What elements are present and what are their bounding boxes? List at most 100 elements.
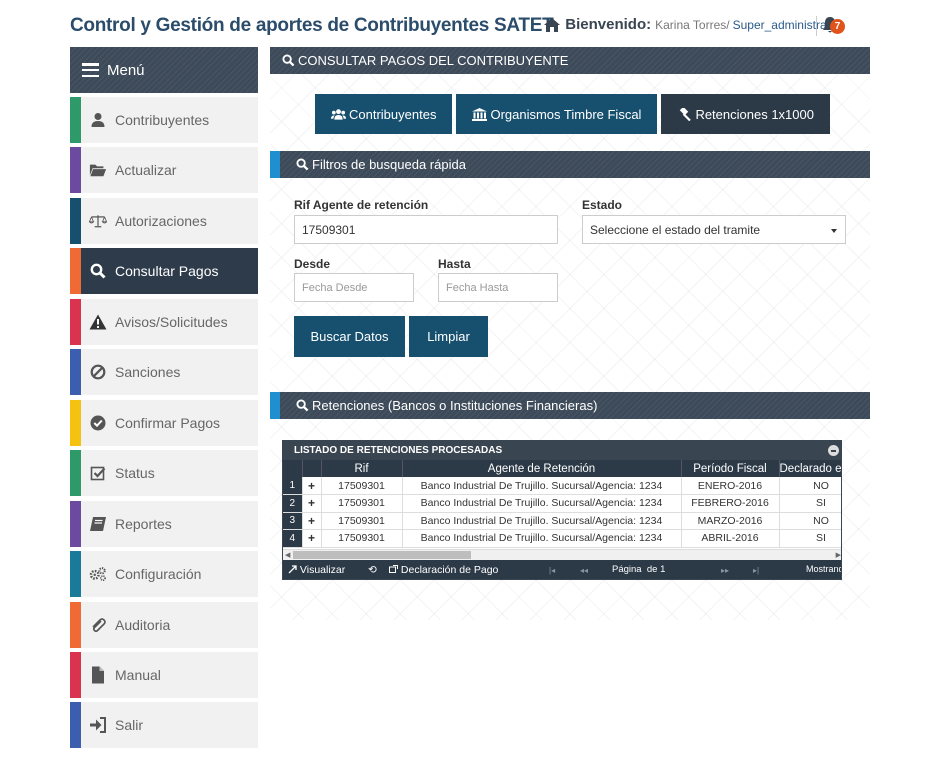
declaracion-label: Declaración de Pago bbox=[400, 564, 499, 576]
page-title: CONSULTAR PAGOS DEL CONTRIBUYENTE bbox=[298, 53, 569, 68]
filters-title: Filtros de busqueda rápida bbox=[312, 157, 466, 172]
expand-header bbox=[302, 460, 322, 477]
rif-input[interactable]: 17509301 bbox=[294, 215, 558, 244]
sidebar-item-label: Auditoria bbox=[115, 617, 171, 633]
table-row[interactable]: 4 +17509301 Banco Industrial De Trujillo. … bbox=[283, 529, 841, 548]
visualizar-button[interactable]: Visualizar bbox=[288, 564, 345, 576]
search-icon bbox=[296, 399, 309, 412]
hasta-date-input[interactable]: Fecha Hasta bbox=[438, 273, 558, 302]
sidebar-item-reportes[interactable]: Reportes bbox=[70, 501, 258, 547]
sidebar-item-label: Salir bbox=[115, 717, 144, 733]
notification-badge: 7 bbox=[830, 19, 845, 34]
menu-toggle[interactable]: Menú bbox=[70, 47, 258, 93]
main-panel: CONSULTAR PAGOS DEL CONTRIBUYENTE Contri… bbox=[270, 47, 870, 620]
cell-rif: 17509301 bbox=[321, 512, 403, 530]
cell-rif: 17509301 bbox=[321, 529, 403, 548]
sidebar-item-avisos-solicitudes[interactable]: Avisos/Solicitudes bbox=[70, 299, 258, 345]
desde-label: Desde bbox=[294, 257, 331, 271]
tab-contribuyentes[interactable]: Contribuyentes bbox=[315, 94, 453, 134]
sidebar-item-autorizaciones[interactable]: Autorizaciones bbox=[70, 198, 258, 244]
rif-label: Rif Agente de retención bbox=[294, 198, 429, 212]
check-square-icon bbox=[89, 464, 107, 482]
welcome-area: Bienvenido: Karina Torres/ Super_adminis… bbox=[543, 16, 844, 33]
expand-row-icon[interactable]: + bbox=[302, 512, 322, 530]
cell-declarado: NO bbox=[779, 512, 841, 530]
filters-section-header: Filtros de busqueda rápida bbox=[270, 151, 870, 178]
sign-in-icon bbox=[89, 716, 107, 734]
cell-declarado: SI bbox=[779, 494, 841, 513]
tab-retenciones[interactable]: Retenciones 1x1000 bbox=[661, 94, 830, 134]
cell-agente: Banco Industrial De Trujillo. Sucursal/A… bbox=[402, 494, 682, 513]
col-header-agente[interactable]: Agente de Retención bbox=[402, 460, 682, 477]
sidebar-item-configuracion[interactable]: Configuración bbox=[70, 551, 258, 597]
col-header-periodo[interactable]: Período Fiscal bbox=[681, 460, 780, 477]
welcome-label: Bienvenido: bbox=[565, 16, 652, 33]
sidebar-item-salir[interactable]: Salir bbox=[70, 702, 258, 748]
sidebar-item-confirmar-pagos[interactable]: Confirmar Pagos bbox=[70, 400, 258, 446]
sidebar-item-actualizar[interactable]: Actualizar bbox=[70, 147, 258, 193]
tab-organismos-label: Organismos Timbre Fiscal bbox=[490, 106, 642, 122]
sidebar-item-sanciones[interactable]: Sanciones bbox=[70, 349, 258, 395]
sidebar-item-status[interactable]: Status bbox=[70, 450, 258, 496]
cell-periodo: ABRIL-2016 bbox=[681, 529, 780, 548]
tab-retenciones-label: Retenciones 1x1000 bbox=[695, 106, 814, 122]
collapse-icon[interactable] bbox=[828, 445, 839, 456]
tab-organismos[interactable]: Organismos Timbre Fiscal bbox=[456, 94, 658, 134]
header-divider bbox=[816, 16, 817, 36]
table-row[interactable]: 1 +17509301 Banco Industrial De Trujillo. … bbox=[283, 477, 841, 495]
estado-select[interactable]: Seleccione el estado del tramite bbox=[582, 215, 846, 244]
menu-label: Menú bbox=[107, 61, 145, 79]
table-row[interactable]: 2 +17509301 Banco Industrial De Trujillo. … bbox=[283, 494, 841, 513]
page-indicator: Página de 1 bbox=[612, 564, 665, 575]
sidebar-item-label: Contribuyentes bbox=[115, 112, 210, 128]
col-header-declarado[interactable]: Declarado e bbox=[779, 460, 841, 477]
refresh-icon[interactable]: ⟲ bbox=[368, 564, 377, 576]
desde-date-input[interactable]: Fecha Desde bbox=[294, 273, 414, 302]
hasta-label: Hasta bbox=[438, 257, 471, 271]
prev-page-icon[interactable]: ◂◂ bbox=[580, 566, 588, 575]
rownum-header bbox=[283, 460, 303, 477]
user-icon bbox=[89, 111, 107, 129]
cell-rif: 17509301 bbox=[321, 494, 403, 513]
grid-header-row: Rif Agente de Retención Período Fiscal D… bbox=[283, 460, 841, 477]
balance-scale-icon bbox=[89, 212, 107, 230]
cell-periodo: FEBRERO-2016 bbox=[681, 494, 780, 513]
horizontal-scrollbar[interactable]: ◀ ▶ bbox=[283, 549, 841, 560]
cell-declarado: NO bbox=[779, 477, 841, 495]
search-data-button[interactable]: Buscar Datos bbox=[294, 316, 405, 357]
records-info: Mostrand bbox=[806, 564, 842, 574]
retenciones-grid: LISTADO DE RETENCIONES PROCESADAS Rif Ag… bbox=[282, 440, 842, 580]
first-page-icon[interactable]: |◂ bbox=[549, 566, 555, 575]
app-title: Control y Gestión de aportes de Contribu… bbox=[70, 15, 554, 36]
notifications-button[interactable]: 7 bbox=[816, 14, 846, 38]
last-page-icon[interactable]: ▸| bbox=[753, 566, 759, 575]
book-icon bbox=[89, 515, 107, 533]
expand-row-icon[interactable]: + bbox=[302, 494, 322, 513]
sidebar-item-label: Manual bbox=[115, 667, 161, 683]
tab-contribuyentes-label: Contribuyentes bbox=[349, 106, 437, 122]
scroll-right-arrow-icon[interactable]: ▶ bbox=[836, 551, 841, 559]
clear-button[interactable]: Limpiar bbox=[409, 316, 488, 357]
grid-body: 1 +17509301 Banco Industrial De Trujillo. … bbox=[283, 477, 841, 548]
declaracion-button[interactable]: Declaración de Pago bbox=[389, 564, 498, 576]
table-row[interactable]: 3 +17509301 Banco Industrial De Trujillo. … bbox=[283, 512, 841, 530]
sidebar-item-contribuyentes[interactable]: Contribuyentes bbox=[70, 97, 258, 143]
col-header-rif[interactable]: Rif bbox=[321, 460, 403, 477]
sidebar-item-consultar-pagos[interactable]: Consultar Pagos bbox=[70, 248, 258, 294]
scrollbar-thumb[interactable] bbox=[293, 551, 471, 559]
expand-row-icon[interactable]: + bbox=[302, 529, 322, 548]
page-total: de 1 bbox=[646, 564, 666, 575]
folder-open-icon bbox=[89, 161, 107, 179]
scroll-left-arrow-icon[interactable]: ◀ bbox=[285, 551, 290, 559]
sidebar-item-auditoria[interactable]: Auditoria bbox=[70, 602, 258, 648]
expand-icon bbox=[288, 565, 297, 574]
retenciones-title: Retenciones (Bancos o Instituciones Fina… bbox=[312, 398, 598, 413]
grid-caption-text: LISTADO DE RETENCIONES PROCESADAS bbox=[294, 445, 503, 456]
row-number: 4 bbox=[283, 529, 303, 548]
cell-agente: Banco Industrial De Trujillo. Sucursal/A… bbox=[402, 512, 682, 530]
sidebar-item-label: Status bbox=[115, 465, 155, 481]
cell-rif: 17509301 bbox=[321, 477, 403, 495]
next-page-icon[interactable]: ▸▸ bbox=[721, 566, 729, 575]
sidebar-item-manual[interactable]: Manual bbox=[70, 652, 258, 698]
expand-row-icon[interactable]: + bbox=[302, 477, 322, 495]
